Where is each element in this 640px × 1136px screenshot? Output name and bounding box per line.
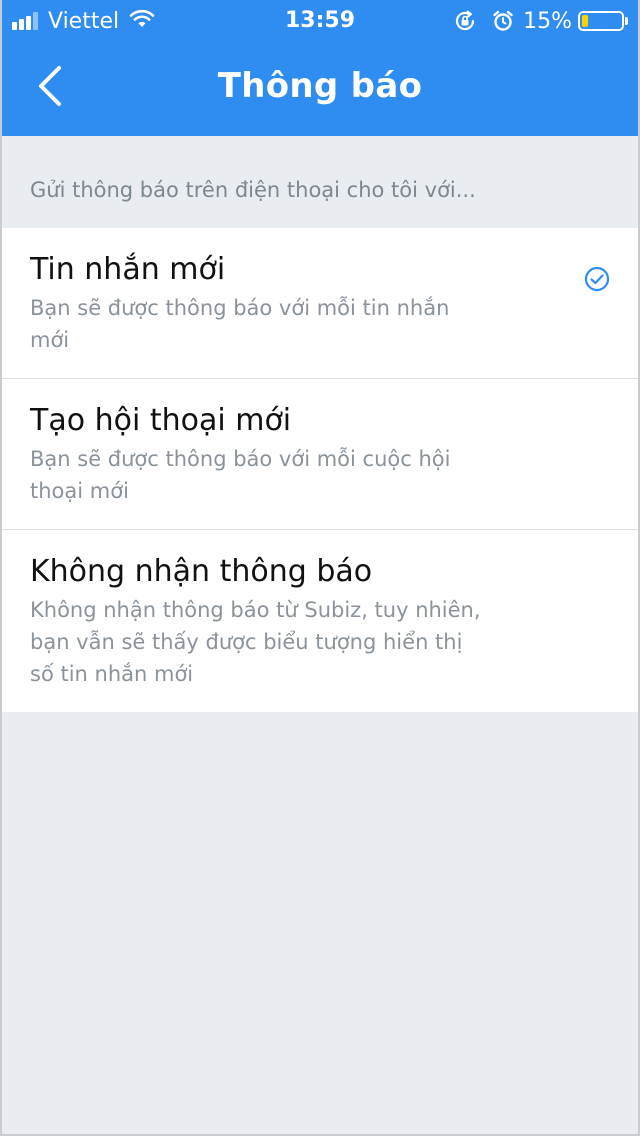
section-label: Gửi thông báo trên điện thoại cho tôi vớ… [30,178,476,202]
status-right: 15% [453,6,628,36]
nav-bar: Thông báo [0,44,640,136]
status-bar: Viettel 13:59 15% [0,0,640,40]
option-title: Tin nhắn mới [30,252,226,287]
option-no-notifications[interactable]: Không nhận thông báo Không nhận thông bá… [0,530,640,712]
battery-percent: 15% [523,8,572,34]
top-bar: Viettel 13:59 15% Thông báo [0,0,640,136]
option-description: Bạn sẽ được thông báo với mỗi cuộc hội t… [30,447,451,503]
option-new-message[interactable]: Tin nhắn mới Bạn sẽ được thông báo với m… [0,228,640,379]
rotation-lock-icon [453,9,477,33]
notification-options-list: Tin nhắn mới Bạn sẽ được thông báo với m… [0,228,640,712]
option-new-conversation[interactable]: Tạo hội thoại mới Bạn sẽ được thông báo … [0,379,640,530]
alarm-icon [491,9,515,33]
option-description: Bạn sẽ được thông báo với mỗi tin nhắn m… [30,296,450,352]
page-title: Thông báo [217,66,423,106]
battery-icon [578,11,624,31]
check-icon [584,266,610,296]
battery-level [582,15,589,27]
option-description: Không nhận thông báo từ Subiz, tuy nhiên… [30,598,481,686]
option-title: Tạo hội thoại mới [30,403,292,438]
option-title: Không nhận thông báo [30,554,373,589]
battery-tip [625,17,628,25]
